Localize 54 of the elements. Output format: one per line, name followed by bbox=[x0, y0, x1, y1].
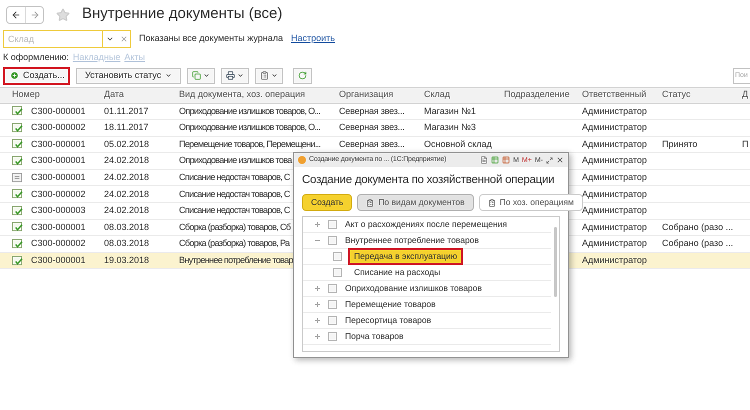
table-cell-text: Администратор bbox=[582, 204, 647, 218]
table-cell-text: С300-000001 bbox=[31, 254, 86, 267]
table-cell-text: С300-000001 bbox=[31, 104, 86, 118]
table-cell-text: Администратор bbox=[582, 188, 647, 201]
table-cell-text: Администратор bbox=[582, 138, 647, 151]
table-cell-text: С300-000002 bbox=[31, 188, 86, 201]
table-cell-text: Сборка (разборка) товаров, Ра bbox=[179, 237, 290, 250]
table-cell-text: П bbox=[742, 138, 748, 151]
table-cell-text: Внутреннее потребление товар bbox=[179, 254, 293, 267]
table-cell-text: 18.11.2017 bbox=[104, 121, 148, 134]
table-cell-text: 24.02.2018 bbox=[104, 154, 150, 168]
window-title: Внутренние документы (все) bbox=[82, 4, 282, 24]
table-cell-text: 19.03.2018 bbox=[104, 254, 150, 267]
table-cell-text: Администратор bbox=[582, 254, 647, 267]
filter-info: Показаны все документы журнала bbox=[139, 32, 283, 46]
table-cell-text: С300-000001 bbox=[31, 170, 86, 184]
table-cell-text: Северная звез... bbox=[339, 121, 405, 134]
dialog-heading: Создание документа по хозяйственной операции bbox=[302, 173, 556, 188]
table-cell-text: Собрано (разо ... bbox=[662, 237, 734, 250]
table-cell-text: Администратор bbox=[582, 237, 647, 250]
table-cell-text: Северная звез... bbox=[339, 104, 405, 118]
table-cell-text: Принято bbox=[662, 138, 698, 151]
table-cell-text: 24.02.2018 bbox=[104, 170, 150, 184]
table-cell-text: С300-000001 bbox=[31, 138, 86, 151]
table-cell-text: Списание недостач товаров, С bbox=[179, 170, 290, 184]
table-cell-text: Администратор bbox=[582, 104, 647, 118]
table-cell-text: Магазин №1 bbox=[424, 104, 476, 118]
table-cell-text: Сборка (разборка) товаров, Сб bbox=[179, 220, 290, 234]
table-cell-text: 05.02.2018 bbox=[104, 138, 150, 151]
table-cell-text: С300-000002 bbox=[31, 237, 86, 250]
table-cell-text: С300-000001 bbox=[31, 154, 86, 168]
table-cell-text: 24.02.2018 bbox=[104, 188, 150, 201]
table-cell-text: 24.02.2018 bbox=[104, 204, 150, 218]
pending-label: К оформлению: bbox=[3, 51, 69, 64]
table-cell-text: Администратор bbox=[582, 121, 647, 134]
table-cell-text: Собрано (разо ... bbox=[662, 220, 734, 234]
table-cell-text: 01.11.2017 bbox=[104, 104, 148, 118]
table-cell-text: Основной склад bbox=[424, 138, 492, 151]
table-cell-text: Оприходование излишков това bbox=[179, 154, 292, 168]
table-cell-text: Оприходование излишков товаров, О... bbox=[179, 121, 320, 134]
table-cell-text: Перемещение товаров, Перемещени... bbox=[179, 138, 320, 151]
table-cell-text: Списание недостач товаров, С bbox=[179, 204, 290, 218]
table-cell-text: Администратор bbox=[582, 170, 647, 184]
table-cell-text: Администратор bbox=[582, 154, 647, 168]
table-cell-text: С300-000001 bbox=[31, 220, 86, 234]
table-cell-text: Оприходование излишков товаров, О... bbox=[179, 104, 320, 118]
table-cell-text: С300-000002 bbox=[31, 121, 86, 134]
table-cell-text: Северная звез... bbox=[339, 138, 405, 151]
table-cell-text: Магазин №3 bbox=[424, 121, 476, 134]
table-cell-text: 08.03.2018 bbox=[104, 237, 150, 250]
table-cell-text: Администратор bbox=[582, 220, 647, 234]
table-cell-text: С300-000003 bbox=[31, 204, 86, 218]
table-cell-text: 08.03.2018 bbox=[104, 220, 150, 234]
table-cell-text: Списание недостач товаров, С bbox=[179, 188, 290, 201]
